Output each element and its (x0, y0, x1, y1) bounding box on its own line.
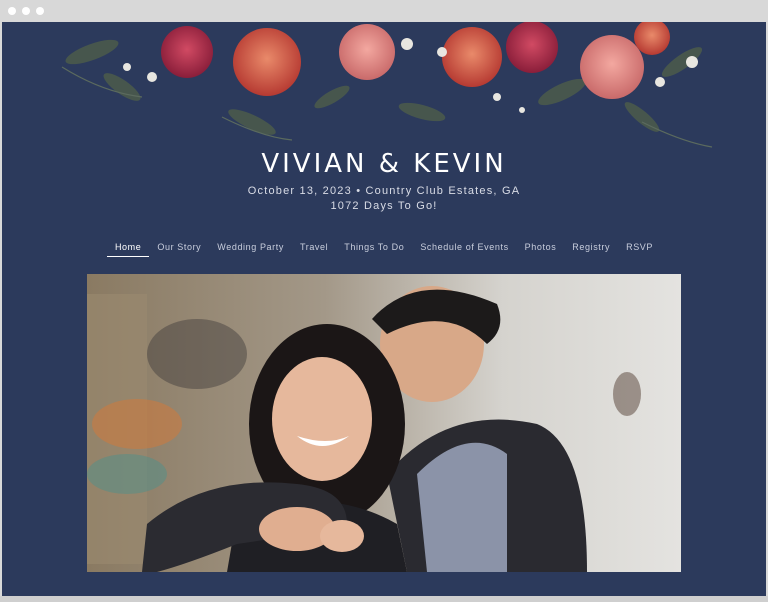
wedding-countdown: 1072 Days To Go! (330, 200, 438, 212)
window-minimize-dot[interactable] (22, 7, 30, 15)
nav-item-travel[interactable]: Travel (292, 240, 336, 257)
window-close-dot[interactable] (8, 7, 16, 15)
nav-item-home[interactable]: Home (106, 240, 150, 257)
window-bottom-edge (0, 596, 768, 602)
window-maximize-dot[interactable] (36, 7, 44, 15)
wedding-website-page: VIVIAN & KEVIN October 13, 2023 • Countr… (2, 22, 766, 596)
engagement-photo (87, 274, 681, 572)
nav-item-photos[interactable]: Photos (517, 240, 565, 257)
couple-names-title: VIVIAN & KEVIN (261, 149, 507, 179)
site-navigation: Home Our Story Wedding Party Travel Thin… (2, 240, 766, 257)
window-titlebar (0, 0, 768, 22)
event-date-location: October 13, 2023 • Country Club Estates,… (247, 185, 521, 197)
nav-item-rsvp[interactable]: RSVP (618, 240, 661, 257)
browser-window: VIVIAN & KEVIN October 13, 2023 • Countr… (0, 0, 768, 602)
nav-item-wedding-party[interactable]: Wedding Party (209, 240, 292, 257)
nav-item-schedule[interactable]: Schedule of Events (412, 240, 516, 257)
nav-item-things-to-do[interactable]: Things To Do (336, 240, 412, 257)
nav-item-our-story[interactable]: Our Story (149, 240, 209, 257)
nav-item-registry[interactable]: Registry (564, 240, 618, 257)
